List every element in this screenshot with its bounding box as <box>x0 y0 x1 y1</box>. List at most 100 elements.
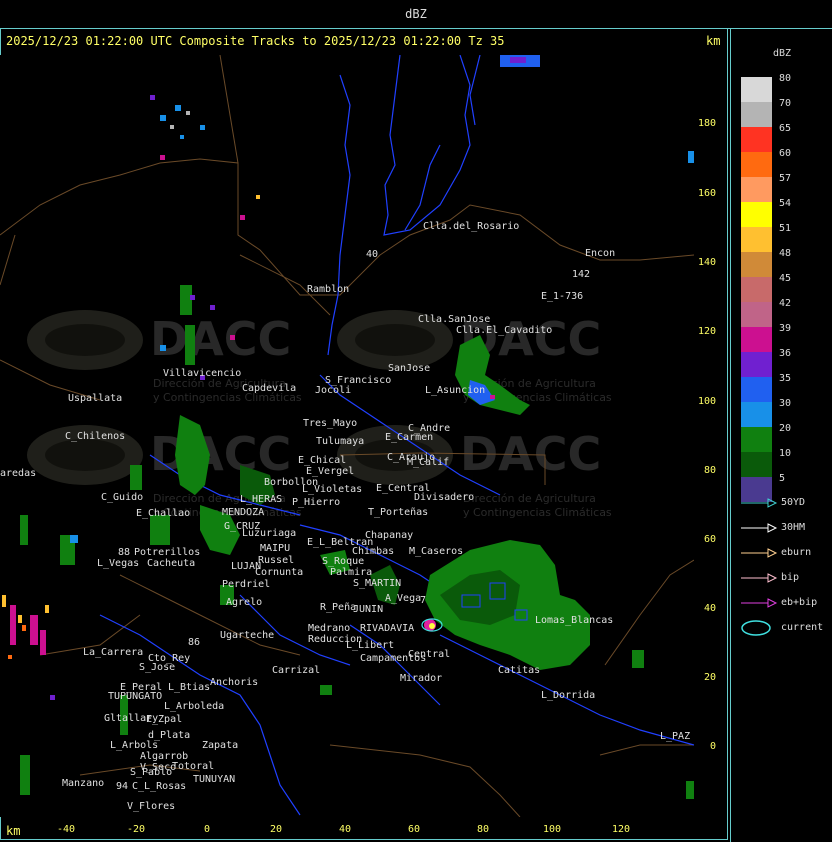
place-label: C_Chilenos <box>65 431 125 442</box>
scale-swatch <box>741 177 772 202</box>
watermark-line2-4: y Contingencias Climáticas <box>463 506 612 519</box>
place-label: Zapata <box>202 740 238 751</box>
place-label: S_Pablo <box>130 767 172 778</box>
place-label: d_Plata <box>148 730 190 741</box>
color-scale <box>741 77 772 502</box>
scale-label: 57 <box>779 173 792 184</box>
scale-swatch <box>741 377 772 402</box>
place-label: Clla.del_Rosario <box>423 221 519 232</box>
place-label: Palmira <box>330 567 372 578</box>
watermark-brand-3: DACC <box>150 427 291 481</box>
composite-header: 2025/12/23 01:22:00 UTC Composite Tracks… <box>6 34 505 48</box>
watermark-brand: DACC <box>150 312 291 366</box>
scale-swatch <box>741 302 772 327</box>
place-label: Perdriel <box>222 579 270 590</box>
y-tick: 120 <box>697 326 716 337</box>
scale-swatch <box>741 227 772 252</box>
place-label: P_Hierro <box>292 497 340 508</box>
place-label: M_Calif <box>407 457 449 468</box>
place-label: Divisadero <box>414 492 474 503</box>
scale-label: 54 <box>779 198 792 209</box>
x-tick: 60 <box>407 824 421 835</box>
place-label: Jocoli <box>315 385 351 396</box>
place-label: Potrerillos <box>134 547 200 558</box>
place-label: Tulumaya <box>316 436 364 447</box>
place-label: 94 <box>116 781 128 792</box>
scale-swatch <box>741 352 772 377</box>
y-tick: 60 <box>703 534 716 545</box>
scale-swatch <box>741 427 772 452</box>
scale-label: 70 <box>779 98 792 109</box>
x-tick: 80 <box>476 824 490 835</box>
place-label: Carrizal <box>272 665 320 676</box>
scale-label: 80 <box>779 73 792 84</box>
scale-label: 42 <box>779 298 792 309</box>
place-label: L_Vegas <box>97 558 139 569</box>
place-label: Medrano <box>308 623 350 634</box>
place-label: Russel <box>258 555 294 566</box>
radar-map[interactable]: DACC Dirección de Agricultura y Continge… <box>0 55 694 817</box>
x-tick: 120 <box>611 824 631 835</box>
place-label: Clla.El_Cavadito <box>456 325 552 336</box>
track-label: current <box>781 622 824 633</box>
place-label: E_Chical <box>298 455 346 466</box>
place-label: Totoral <box>172 761 214 772</box>
place-label: L_HERAS <box>240 494 282 505</box>
place-label: Cacheuta <box>147 558 195 569</box>
scale-swatch <box>741 327 772 352</box>
place-label: C_Guido <box>101 492 143 503</box>
place-label: R_Peña <box>320 602 356 613</box>
place-label: T_Porteñas <box>368 507 428 518</box>
place-label: C_L_Rosas <box>132 781 186 792</box>
x-tick: 40 <box>338 824 352 835</box>
place-label: S_Jose <box>139 662 175 673</box>
place-label: RIVADAVIA <box>360 623 414 634</box>
y-tick: 180 <box>697 118 716 129</box>
track-label: 50YD <box>781 497 806 508</box>
place-label: E_Vergel <box>306 466 354 477</box>
place-label: Clla.SanJose <box>418 314 490 325</box>
place-label: MENDOZA <box>222 507 264 518</box>
unit-label-top: km <box>706 34 721 48</box>
place-label: Capdevila <box>242 383 296 394</box>
place-label: Catitas <box>498 665 540 676</box>
track-label: 30HM <box>781 522 806 533</box>
scale-label: 60 <box>779 148 792 159</box>
place-label: L_PAZ <box>660 731 690 742</box>
track-label: bip <box>781 572 800 583</box>
arrow-bip-icon <box>741 573 778 583</box>
place-label: SanJose <box>388 363 430 374</box>
legend-title: dBZ <box>773 48 792 59</box>
scale-label: 20 <box>779 423 792 434</box>
place-label: L_Arbols <box>110 740 158 751</box>
place-label: S_MARTIN <box>353 578 401 589</box>
place-label: A_Vega <box>385 593 421 604</box>
scale-label: 39 <box>779 323 792 334</box>
place-label: 142 <box>572 269 590 280</box>
place-label: L_Btias <box>168 682 210 693</box>
x-tick: 20 <box>269 824 283 835</box>
place-label: Mirador <box>400 673 442 684</box>
window-title: dBZ <box>0 0 832 29</box>
place-label: JUNIN <box>353 604 383 615</box>
scale-swatch <box>741 102 772 127</box>
place-label: E_Challao <box>136 508 190 519</box>
place-label: MAIPU <box>260 543 290 554</box>
place-label: V_Flores <box>127 801 175 812</box>
arrow-50yd-icon <box>741 498 778 508</box>
scale-label: 10 <box>779 448 792 459</box>
x-tick: -20 <box>126 824 146 835</box>
place-label: Manzano <box>62 778 104 789</box>
place-label: Uspallata <box>68 393 122 404</box>
place-label: Lomas_Blancas <box>535 615 613 626</box>
y-tick: 160 <box>697 188 716 199</box>
place-label: La_Carrera <box>83 647 143 658</box>
scale-swatch <box>741 402 772 427</box>
place-label: L_Dorrida <box>541 690 595 701</box>
scale-swatch <box>741 202 772 227</box>
place-label: L_Libert <box>346 640 394 651</box>
current-ellipse-icon <box>741 620 771 636</box>
scale-swatch <box>741 252 772 277</box>
place-label: Tres_Mayo <box>303 418 357 429</box>
place-label: Cornunta <box>255 567 303 578</box>
